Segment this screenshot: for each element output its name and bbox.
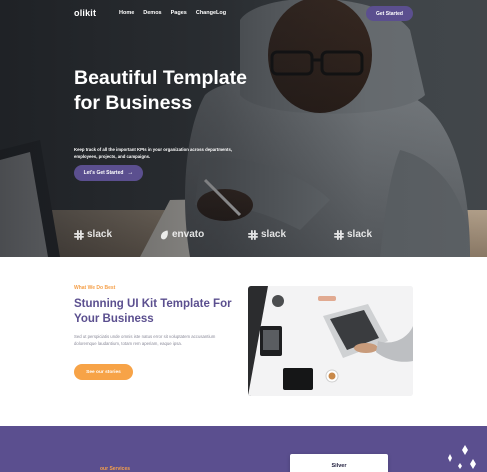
- pricing-card-title: Silver: [331, 463, 347, 469]
- client-logo-slack: slack: [74, 229, 112, 240]
- lets-get-started-button[interactable]: Let's Get Started →: [74, 165, 143, 181]
- workspace-photo: [248, 286, 413, 396]
- sparkle-decoration-icon: [448, 445, 476, 469]
- slack-logo-icon: [74, 229, 84, 240]
- brand-logo[interactable]: olikit: [74, 8, 96, 18]
- client-logo-slack: slack: [248, 229, 286, 240]
- section-description: Sed ut perspiciatis unde omnis iste natu…: [74, 334, 216, 346]
- hero-overlay: [0, 0, 487, 257]
- nav-link-demos[interactable]: Demos: [143, 10, 161, 16]
- slack-logo-icon: [334, 229, 344, 240]
- client-logo-name: envato: [172, 229, 205, 240]
- hero-subtitle: Keep track of all the important KPIs in …: [74, 147, 233, 159]
- client-logo-slack: slack: [334, 229, 372, 240]
- services-kicker: our Services: [100, 466, 131, 472]
- nav-link-pages[interactable]: Pages: [171, 10, 187, 16]
- pricing-card-silver[interactable]: Silver: [290, 454, 388, 472]
- client-logo-name: slack: [87, 229, 113, 240]
- hero-title: Beautiful Template for Business: [74, 67, 247, 114]
- nav-links: Home Demos Pages ChangeLog: [119, 10, 226, 16]
- nav-link-home[interactable]: Home: [119, 10, 134, 16]
- envato-leaf-icon: [160, 230, 168, 239]
- services-section: [0, 426, 487, 472]
- get-started-button[interactable]: Get Started: [366, 6, 413, 21]
- section-title: Stunning UI Kit Template For Your Busine…: [74, 298, 232, 325]
- arrow-right-icon: →: [127, 170, 134, 176]
- client-logo-name: slack: [347, 229, 373, 240]
- client-logos: slack envato slack slack: [0, 229, 487, 245]
- hero-section: olikit Home Demos Pages ChangeLog Get St…: [0, 0, 487, 257]
- slack-logo-icon: [248, 229, 258, 240]
- lets-get-started-label: Let's Get Started: [83, 170, 124, 176]
- top-navigation: olikit Home Demos Pages ChangeLog Get St…: [0, 6, 487, 22]
- see-our-stories-button[interactable]: See our stories: [74, 364, 133, 380]
- section-kicker: What We Do Best: [74, 285, 116, 291]
- nav-link-changelog[interactable]: ChangeLog: [196, 10, 226, 16]
- client-logo-envato: envato: [160, 229, 204, 240]
- client-logo-name: slack: [261, 229, 287, 240]
